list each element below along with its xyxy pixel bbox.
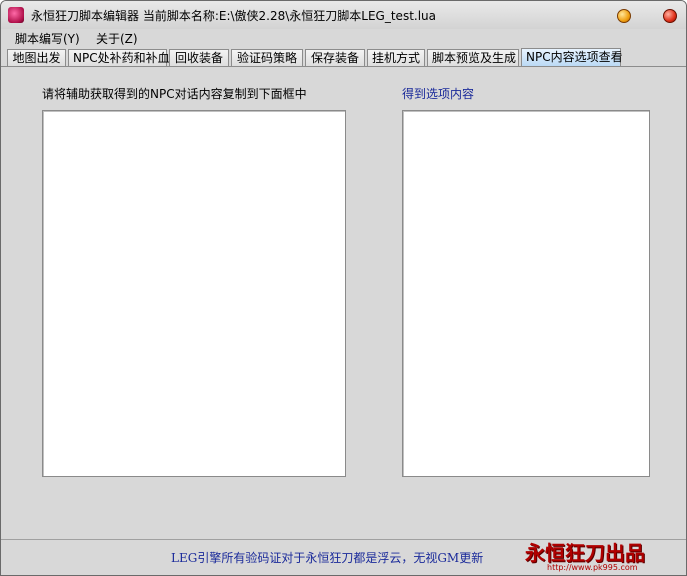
tab-map-departure[interactable]: 地图出发	[7, 49, 66, 67]
menu-about[interactable]: 关于(Z)	[96, 30, 138, 47]
brand-logo: 永恒狂刀出品 http://www.pk995.com	[525, 537, 685, 573]
tab-script-preview[interactable]: 脚本预览及生成	[427, 49, 519, 67]
tab-separator	[1, 66, 686, 67]
npc-dialog-input[interactable]	[42, 110, 346, 477]
brand-url: http://www.pk995.com	[547, 563, 638, 572]
main-window: 永恒狂刀脚本编辑器 当前脚本名称:E:\傲侠2.28\永恒狂刀脚本LEG_tes…	[0, 0, 687, 576]
brand-text: 永恒狂刀出品	[525, 541, 645, 565]
tab-captcha-strategy[interactable]: 验证码策略	[231, 49, 303, 67]
close-button[interactable]	[663, 9, 677, 23]
tab-save-equipment[interactable]: 保存装备	[305, 49, 365, 67]
options-output[interactable]	[402, 110, 650, 477]
tab-recycle-equipment[interactable]: 回收装备	[169, 49, 229, 67]
input-label: 请将辅助获取得到的NPC对话内容复制到下面框中	[42, 87, 307, 101]
minimize-button[interactable]	[617, 9, 631, 23]
menu-script-edit[interactable]: 脚本编写(Y)	[15, 30, 80, 47]
app-icon	[8, 7, 24, 23]
tab-strip: 地图出发 NPC处补药和补血 回收装备 验证码策略 保存装备 挂机方式 脚本预览…	[7, 48, 683, 67]
window-title: 永恒狂刀脚本编辑器 当前脚本名称:E:\傲侠2.28\永恒狂刀脚本LEG_tes…	[31, 9, 437, 23]
tab-npc-options[interactable]: NPC内容选项查看	[521, 48, 623, 67]
footer-notice: LEG引擎所有验码证对于永恒狂刀都是浮云，无视GM更新	[171, 551, 484, 565]
tab-npc-supply[interactable]: NPC处补药和补血	[68, 49, 170, 67]
tab-idle-mode[interactable]: 挂机方式	[367, 49, 425, 67]
output-label: 得到选项内容	[402, 87, 475, 101]
menu-bar: 脚本编写(Y) 关于(Z)	[1, 27, 686, 47]
title-bar[interactable]: 永恒狂刀脚本编辑器 当前脚本名称:E:\傲侠2.28\永恒狂刀脚本LEG_tes…	[1, 1, 686, 29]
